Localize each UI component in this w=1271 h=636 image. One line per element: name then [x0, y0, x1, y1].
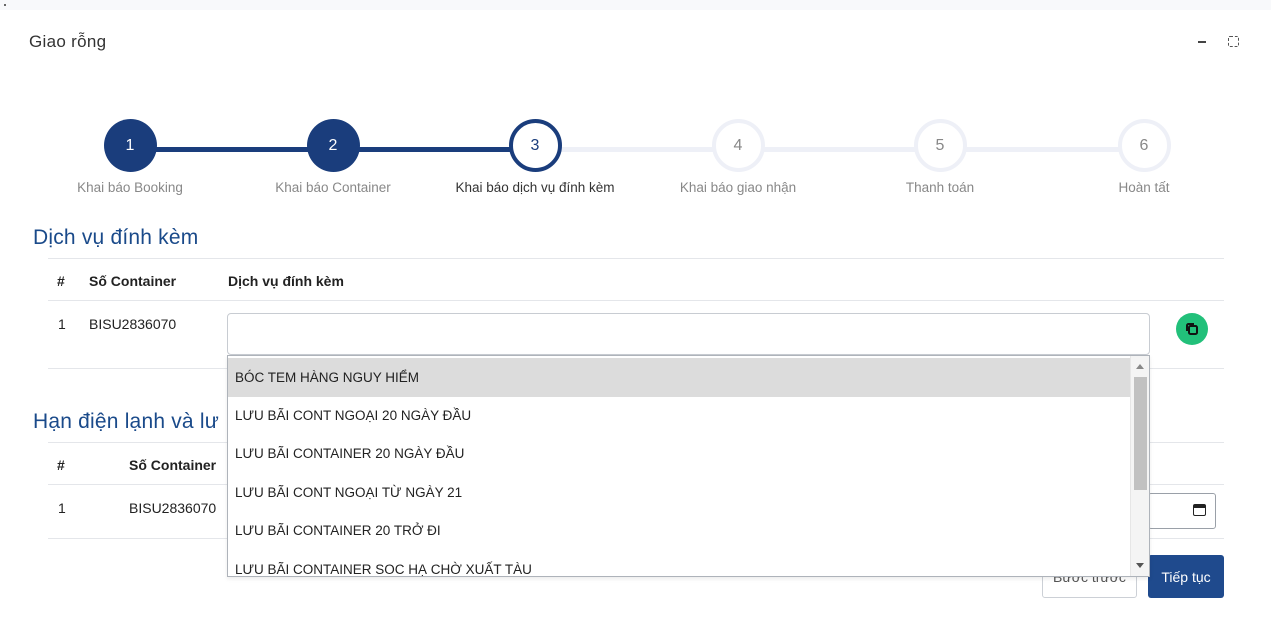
step-6[interactable]: 6 Hoàn tất: [1064, 118, 1224, 195]
scroll-up-arrow-icon[interactable]: [1136, 364, 1144, 369]
corner-dot: [4, 4, 6, 6]
window-controls: [1196, 33, 1239, 47]
services-divider-header: [48, 300, 1224, 301]
dropdown-option[interactable]: LƯU BÃI CONT NGOẠI TỪ NGÀY 21: [228, 473, 1130, 512]
expand-icon[interactable]: [1228, 35, 1239, 47]
step-1-circle: 1: [103, 119, 157, 172]
scrollbar-thumb[interactable]: [1134, 377, 1147, 490]
dropdown-option[interactable]: LƯU BÃI CONT NGOẠI 20 NGÀY ĐẦU: [228, 396, 1130, 435]
dropdown-option[interactable]: LƯU BÃI CONTAINER 20 NGÀY ĐẦU: [228, 434, 1130, 473]
step-3[interactable]: 3 Khai báo dịch vụ đính kèm: [455, 118, 615, 195]
calendar-icon[interactable]: [1193, 504, 1206, 516]
continue-button[interactable]: Tiếp tục: [1148, 555, 1224, 598]
step-4[interactable]: 4 Khai báo giao nhận: [658, 118, 818, 195]
dropdown-option[interactable]: LƯU BÃI CONTAINER 20 TRỞ ĐI: [228, 511, 1130, 550]
modal-title: Giao rỗng: [29, 32, 107, 51]
dropdown-option[interactable]: LƯU BÃI CONTAINER SOC HẠ CHỜ XUẤT TÀU: [228, 550, 1130, 576]
copy-icon[interactable]: [1176, 313, 1208, 345]
step-2[interactable]: 2 Khai báo Container: [253, 118, 413, 195]
reefer-header-index: #: [57, 457, 65, 473]
scroll-down-arrow-icon[interactable]: [1136, 563, 1144, 568]
dropdown-scrollbar[interactable]: [1130, 356, 1149, 576]
top-band: [0, 0, 1271, 10]
step-5-circle: 5: [913, 119, 967, 172]
reefer-date-input[interactable]: [1148, 493, 1216, 529]
reefer-row-container: BISU2836070: [129, 500, 217, 516]
reefer-section-title: Hạn điện lạnh và lư: [33, 410, 219, 433]
step-5-label: Thanh toán: [905, 180, 975, 195]
services-header-index: #: [57, 273, 65, 289]
service-select-input[interactable]: [227, 313, 1150, 355]
services-section-title: Dịch vụ đính kèm: [33, 226, 199, 249]
reefer-row-index: 1: [58, 500, 66, 516]
step-5[interactable]: 5 Thanh toán: [860, 118, 1020, 195]
dropdown-option[interactable]: BÓC TEM HÀNG NGUY HIỂM: [228, 358, 1130, 397]
step-4-circle: 4: [711, 119, 765, 172]
step-1-label: Khai báo Booking: [77, 180, 183, 195]
services-header-service: Dịch vụ đính kèm: [228, 273, 344, 289]
copy-icon-glyph: [1186, 323, 1198, 335]
reefer-header-container: Số Container: [129, 457, 217, 473]
progress-stepper: 1 Khai báo Booking 2 Khai báo Container …: [0, 118, 1271, 208]
services-header-container: Số Container: [89, 273, 177, 289]
step-6-circle: 6: [1117, 119, 1171, 172]
services-row-container: BISU2836070: [89, 316, 177, 332]
step-6-label: Hoàn tất: [1118, 180, 1170, 195]
step-2-circle: 2: [306, 119, 360, 172]
step-line-todo: [535, 147, 1145, 152]
step-1[interactable]: 1 Khai báo Booking: [50, 118, 210, 195]
service-dropdown-list[interactable]: BÓC TEM HÀNG NGUY HIỂM LƯU BÃI CONT NGOẠ…: [227, 355, 1150, 577]
services-row-index: 1: [58, 316, 66, 332]
step-4-label: Khai báo giao nhận: [679, 180, 797, 195]
step-3-label: Khai báo dịch vụ đính kèm: [455, 180, 615, 195]
step-3-circle: 3: [508, 119, 562, 172]
services-divider-top: [48, 258, 1224, 259]
minimize-icon[interactable]: [1196, 33, 1210, 47]
step-2-label: Khai báo Container: [275, 180, 391, 195]
